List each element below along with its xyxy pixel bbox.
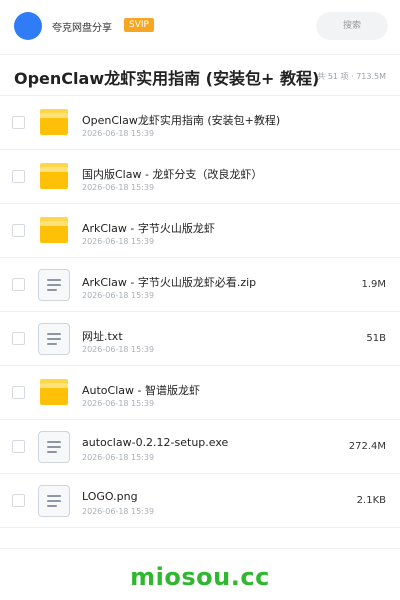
search-button[interactable]: 搜索 bbox=[316, 12, 388, 40]
folder-title-bar: OpenClaw龙虾实用指南 (安装包+ 教程) 共 51 项 · 713.5M bbox=[0, 54, 400, 96]
file-date: 2026-06-18 15:39 bbox=[82, 399, 155, 408]
file-name[interactable]: LOGO.png bbox=[82, 490, 138, 503]
row-checkbox[interactable] bbox=[12, 278, 25, 291]
file-icon bbox=[38, 323, 70, 355]
file-name[interactable]: ArkClaw - 字节火山版龙虾必看.zip bbox=[82, 274, 256, 290]
folder-icon bbox=[38, 215, 70, 247]
file-icon bbox=[38, 431, 70, 463]
file-row[interactable]: ArkClaw - 字节火山版龙虾 2026-06-18 15:39 bbox=[0, 204, 400, 258]
file-name[interactable]: AutoClaw - 智谱版龙虾 bbox=[82, 382, 200, 398]
file-row[interactable]: 网址.txt 2026-06-18 15:39 51B bbox=[0, 312, 400, 366]
row-checkbox[interactable] bbox=[12, 494, 25, 507]
file-date: 2026-06-18 15:39 bbox=[82, 507, 155, 516]
file-name[interactable]: 网址.txt bbox=[82, 328, 123, 344]
file-date: 2026-06-18 15:39 bbox=[82, 237, 155, 246]
file-date: 2026-06-18 15:39 bbox=[82, 453, 155, 462]
file-row[interactable]: autoclaw-0.2.12-setup.exe 2026-06-18 15:3… bbox=[0, 420, 400, 474]
row-checkbox[interactable] bbox=[12, 386, 25, 399]
page-title: OpenClaw龙虾实用指南 (安装包+ 教程) bbox=[14, 69, 320, 88]
avatar[interactable] bbox=[14, 12, 42, 40]
file-size: 1.9M bbox=[361, 279, 386, 290]
file-icon bbox=[38, 269, 70, 301]
file-list: OpenClaw龙虾实用指南 (安装包+教程) 2026-06-18 15:39 国… bbox=[0, 96, 400, 528]
item-count-summary: 共 51 项 · 713.5M bbox=[317, 72, 386, 81]
file-icon bbox=[38, 485, 70, 517]
file-date: 2026-06-18 15:39 bbox=[82, 291, 155, 300]
row-checkbox[interactable] bbox=[12, 332, 25, 345]
row-checkbox[interactable] bbox=[12, 224, 25, 237]
file-name[interactable]: autoclaw-0.2.12-setup.exe bbox=[82, 436, 228, 449]
footer: miosou.cc bbox=[0, 548, 400, 600]
file-size: 2.1KB bbox=[356, 495, 386, 506]
file-row[interactable]: AutoClaw - 智谱版龙虾 2026-06-18 15:39 bbox=[0, 366, 400, 420]
file-name[interactable]: 国内版Claw - 龙虾分支（改良龙虾） bbox=[82, 166, 262, 182]
file-date: 2026-06-18 15:39 bbox=[82, 129, 155, 138]
file-name[interactable]: OpenClaw龙虾实用指南 (安装包+教程) bbox=[82, 112, 280, 128]
file-row[interactable]: 国内版Claw - 龙虾分支（改良龙虾） 2026-06-18 15:39 bbox=[0, 150, 400, 204]
file-date: 2026-06-18 15:39 bbox=[82, 345, 155, 354]
folder-icon bbox=[38, 107, 70, 139]
row-checkbox[interactable] bbox=[12, 170, 25, 183]
file-date: 2026-06-18 15:39 bbox=[82, 183, 155, 192]
folder-icon bbox=[38, 377, 70, 409]
row-checkbox[interactable] bbox=[12, 116, 25, 129]
row-checkbox[interactable] bbox=[12, 440, 25, 453]
share-header: 夸克网盘分享 SVIP 搜索 bbox=[0, 0, 400, 54]
file-size: 51B bbox=[366, 333, 386, 344]
folder-icon bbox=[38, 161, 70, 193]
file-row[interactable]: OpenClaw龙虾实用指南 (安装包+教程) 2026-06-18 15:39 bbox=[0, 96, 400, 150]
file-name[interactable]: ArkClaw - 字节火山版龙虾 bbox=[82, 220, 215, 236]
watermark-text: miosou.cc bbox=[130, 563, 270, 591]
file-size: 272.4M bbox=[348, 441, 386, 452]
owner-name[interactable]: 夸克网盘分享 bbox=[52, 19, 112, 34]
file-row[interactable]: ArkClaw - 字节火山版龙虾必看.zip 2026-06-18 15:39 1… bbox=[0, 258, 400, 312]
svip-badge: SVIP bbox=[124, 18, 154, 32]
file-row[interactable]: LOGO.png 2026-06-18 15:39 2.1KB bbox=[0, 474, 400, 528]
